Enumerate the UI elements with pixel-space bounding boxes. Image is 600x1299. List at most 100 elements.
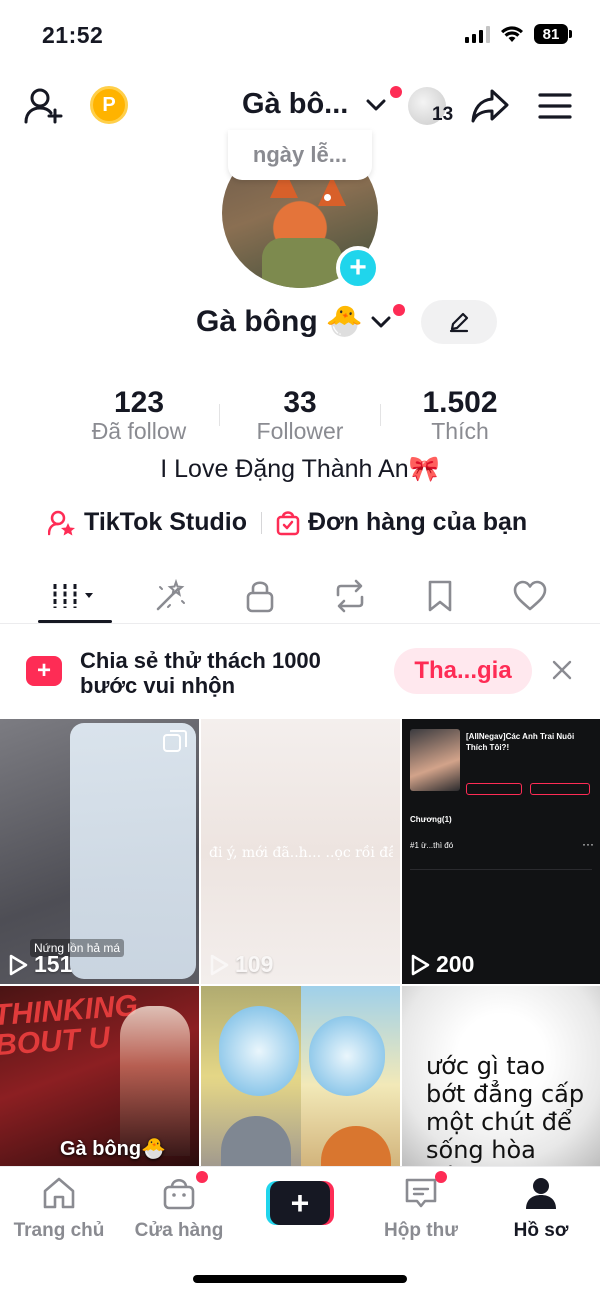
video-views: 151 <box>8 951 72 978</box>
play-icon <box>9 954 28 975</box>
nickname-row[interactable]: Gà bông 🐣 <box>196 304 391 339</box>
play-icon <box>210 954 229 975</box>
chapter-item: #1 ừ...thì đó <box>410 841 454 850</box>
lock-icon <box>246 581 274 613</box>
video-text: ước gì tao bớt đẳng cấp một chút để sống… <box>426 1052 585 1166</box>
notification-dot <box>393 304 405 316</box>
view-count: 151 <box>34 951 73 977</box>
followers-label: Follower <box>256 418 344 444</box>
video-thumbnail[interactable]: đi ý, mới đã..h... ..ọc rồi đây 109 <box>201 719 400 984</box>
coin-icon[interactable]: P <box>90 86 128 124</box>
bio: I Love Đặng Thành An🎀 <box>160 455 440 483</box>
nav-home[interactable]: Trang chủ <box>4 1175 114 1242</box>
profile-links: TikTok Studio Đơn hàng của bạn <box>48 508 527 537</box>
challenge-line1: Chia sẻ thử thách 1000 <box>80 648 321 673</box>
tiktok-studio-link[interactable]: TikTok Studio <box>48 508 247 537</box>
video-views: 109 <box>209 951 273 978</box>
orders-link[interactable]: Đơn hàng của bạn <box>276 508 527 537</box>
close-icon[interactable] <box>548 656 576 684</box>
link-divider <box>260 511 262 534</box>
chevron-down-icon[interactable] <box>366 98 386 112</box>
video-thumbnail[interactable] <box>201 986 400 1166</box>
account-switcher[interactable]: Gà bô... <box>242 88 348 121</box>
menu-icon[interactable] <box>538 92 572 120</box>
pencil-icon <box>449 312 469 333</box>
shopping-bag-icon <box>276 510 300 535</box>
followers-count: 33 <box>283 386 317 419</box>
create-button[interactable]: + <box>266 1181 334 1225</box>
tab-reposts[interactable] <box>320 576 380 616</box>
chevron-down-icon <box>371 316 391 327</box>
tab-liked[interactable] <box>500 576 560 616</box>
nickname-emoji: 🐣 <box>325 305 364 338</box>
repost-icon <box>336 579 364 613</box>
notification-dot <box>390 86 402 98</box>
multi-photo-icon <box>163 730 187 752</box>
nickname: Gà bông <box>196 304 318 338</box>
nav-inbox[interactable]: Hộp thư <box>366 1175 476 1242</box>
studio-icon <box>48 510 75 535</box>
battery-icon: 81 <box>534 24 572 44</box>
video-caption: Gà bông🐣 <box>60 1138 167 1160</box>
nav-profile[interactable]: Hồ sơ <box>486 1175 596 1242</box>
account-username: Gà bô... <box>242 88 349 120</box>
nav-shop[interactable]: Cửa hàng <box>124 1175 234 1242</box>
wifi-icon <box>501 26 523 42</box>
notification-dot <box>435 1171 447 1183</box>
tab-private[interactable] <box>230 576 290 616</box>
nav-home-label: Trang chủ <box>13 1220 105 1241</box>
orders-label: Đơn hàng của bạn <box>307 508 528 536</box>
sparkle-icon <box>156 579 185 611</box>
inbox-icon <box>405 1178 437 1208</box>
add-friend-icon[interactable] <box>24 86 64 126</box>
note-dot <box>324 194 331 201</box>
edit-profile-button[interactable] <box>421 300 497 344</box>
cellular-signal-icon <box>465 25 490 43</box>
nav-profile-label: Hồ sơ <box>513 1220 569 1241</box>
profile-note[interactable]: ngày lễ... <box>228 130 372 180</box>
view-count: 109 <box>235 951 274 977</box>
play-icon <box>411 954 430 975</box>
heart-icon <box>513 580 547 611</box>
plus-icon: + <box>270 1181 330 1225</box>
battery-level: 81 <box>534 24 568 44</box>
video-caption: đi ý, mới đã..h... ..ọc rồi đây <box>209 845 393 861</box>
video-thumbnail[interactable]: [AllNegav]Các Anh Trai Nuôi Thích Tôi?! … <box>402 719 600 984</box>
add-story-button[interactable]: + <box>336 246 380 290</box>
share-icon[interactable] <box>470 88 510 124</box>
video-views: 200 <box>410 951 474 978</box>
following-label: Đã follow <box>91 418 187 444</box>
challenge-line2: bước vui nhộn <box>80 673 236 698</box>
tiktok-studio-label: TikTok Studio <box>84 508 247 536</box>
profile-icon <box>526 1178 556 1209</box>
snowball-count: 13 <box>432 104 454 125</box>
notification-dot <box>196 1171 208 1183</box>
following-count: 123 <box>113 386 165 419</box>
nav-inbox-label: Hộp thư <box>384 1220 458 1241</box>
video-thumbnail[interactable]: ước gì tao bớt đẳng cấp một chút để sống… <box>402 986 600 1166</box>
challenge-text: Chia sẻ thử thách 1000 bước vui nhộn <box>80 648 321 698</box>
content-tabs <box>0 568 600 624</box>
followers-stat[interactable]: 33 Follower <box>220 386 380 445</box>
shop-bag-icon <box>163 1178 195 1210</box>
view-count: 200 <box>436 951 475 977</box>
story-title: [AllNegav]Các Anh Trai Nuôi Thích Tôi?! <box>466 732 575 752</box>
likes-label: Thích <box>431 418 489 444</box>
video-thumbnail[interactable]: Nứng lồn hả má 151 <box>0 719 199 984</box>
active-tab-indicator <box>38 620 112 623</box>
bookmark-icon <box>428 580 452 612</box>
following-stat[interactable]: 123 Đã follow <box>59 386 219 445</box>
status-time: 21:52 <box>42 22 104 48</box>
tab-favorites[interactable] <box>410 576 470 616</box>
nav-shop-label: Cửa hàng <box>134 1220 224 1241</box>
join-challenge-button[interactable]: Tha...gia <box>394 648 532 694</box>
grid-sort-icon <box>53 584 93 608</box>
video-thumbnail[interactable]: THINKING BOUT U Gà bông🐣 <box>0 986 199 1166</box>
tab-highlights[interactable] <box>140 576 200 616</box>
home-indicator <box>193 1275 407 1283</box>
chapter-label: Chương(1) <box>410 815 452 824</box>
status-icons: 81 <box>465 24 572 44</box>
challenge-icon: + <box>26 656 62 686</box>
tab-videos[interactable] <box>45 576 105 616</box>
likes-stat[interactable]: 1.502 Thích <box>380 386 540 445</box>
